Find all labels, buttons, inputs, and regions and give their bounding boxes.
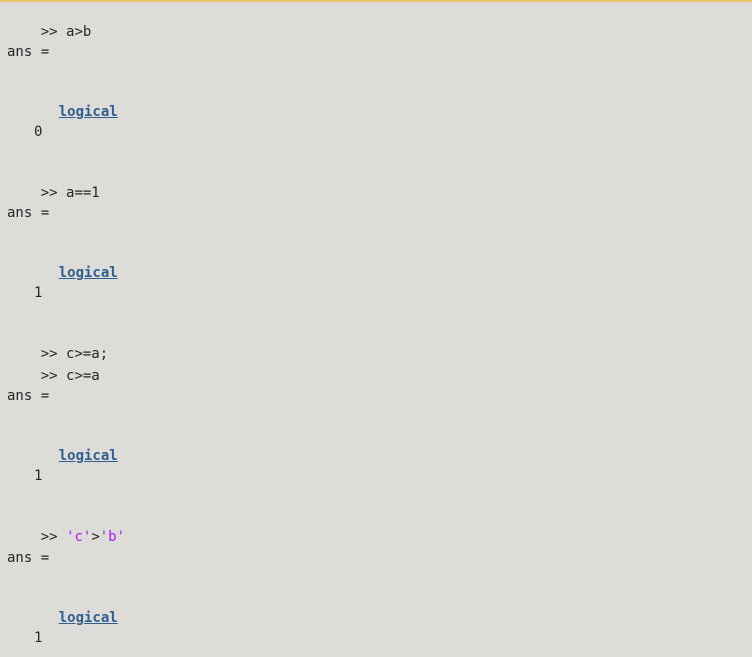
logical-type-link[interactable]: logical xyxy=(59,448,118,464)
string-literal: 'b' xyxy=(99,529,126,545)
command-text: c>=a xyxy=(66,368,100,384)
command-line: >> a>b xyxy=(7,2,92,40)
string-literal: 'c' xyxy=(66,529,92,545)
ans-label: ans = xyxy=(7,550,50,566)
command-window[interactable]: >> a>b ans = logical 0 >> a==1 ans = log… xyxy=(0,0,752,657)
result-value: 1 xyxy=(34,468,43,484)
logical-type-link[interactable]: logical xyxy=(59,104,118,120)
prompt: >> xyxy=(40,185,67,201)
prompt: >> xyxy=(40,529,67,545)
command-line: >> 'c'>'b' xyxy=(7,507,125,545)
ans-label: ans = xyxy=(7,44,50,60)
operator: > xyxy=(91,529,100,545)
logical-type-link[interactable]: logical xyxy=(59,265,118,281)
command-text: a==1 xyxy=(66,185,100,201)
command-text: a>b xyxy=(66,24,92,40)
ans-label: ans = xyxy=(7,388,50,404)
command-line: >> c>=a; xyxy=(7,324,108,362)
result-value: 0 xyxy=(34,124,43,140)
command-line: >> a==1 xyxy=(7,163,100,201)
prompt: >> xyxy=(40,24,67,40)
result-value: 1 xyxy=(34,285,43,301)
result-value: 1 xyxy=(34,630,43,646)
ans-label: ans = xyxy=(7,205,50,221)
prompt: >> xyxy=(40,368,67,384)
logical-type-link[interactable]: logical xyxy=(59,610,118,626)
command-line: >> c>=a xyxy=(7,346,100,384)
